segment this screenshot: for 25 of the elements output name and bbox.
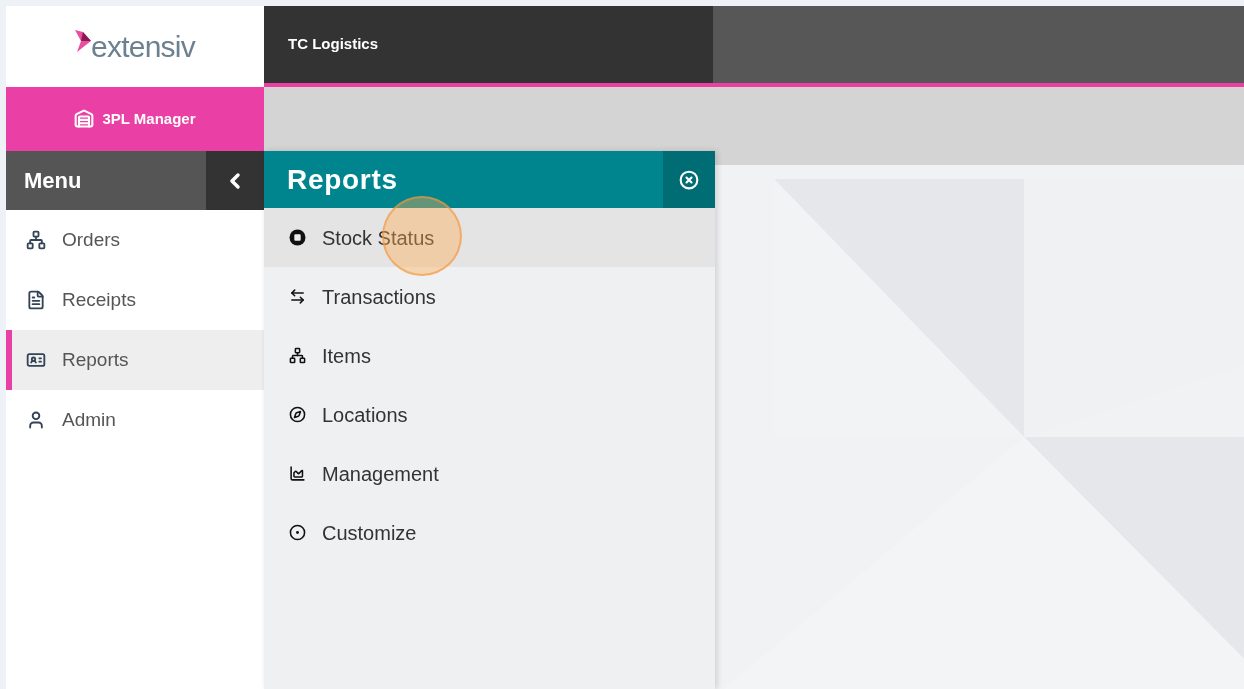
menu-title: Menu: [23, 167, 83, 195]
warehouse-icon: [74, 109, 95, 129]
sitemap-icon: [289, 347, 306, 364]
report-item[interactable]: Locations: [264, 385, 715, 444]
sitemap-icon: [26, 230, 46, 250]
menu-item[interactable]: Reports: [6, 330, 264, 390]
close-icon: [679, 169, 699, 190]
arrows-icon: [289, 288, 306, 305]
report-item[interactable]: Management: [264, 444, 715, 503]
report-item[interactable]: Customize: [264, 503, 715, 562]
company-name: TC Logistics: [288, 34, 378, 55]
reports-title: Reports: [286, 162, 399, 197]
close-button[interactable]: [663, 151, 715, 208]
report-item[interactable]: Stock Status: [264, 208, 715, 267]
stop-icon: [289, 229, 306, 246]
document-icon: [26, 290, 46, 310]
app-name: 3PL Manager: [102, 108, 196, 129]
area-chart-icon: [289, 465, 306, 482]
target-icon: [289, 524, 306, 541]
report-item[interactable]: Transactions: [264, 267, 715, 326]
id-card-icon: [26, 350, 46, 370]
compass-icon: [289, 406, 306, 423]
user-icon: [26, 410, 46, 430]
report-item[interactable]: Items: [264, 326, 715, 385]
collapse-button[interactable]: [206, 151, 264, 210]
